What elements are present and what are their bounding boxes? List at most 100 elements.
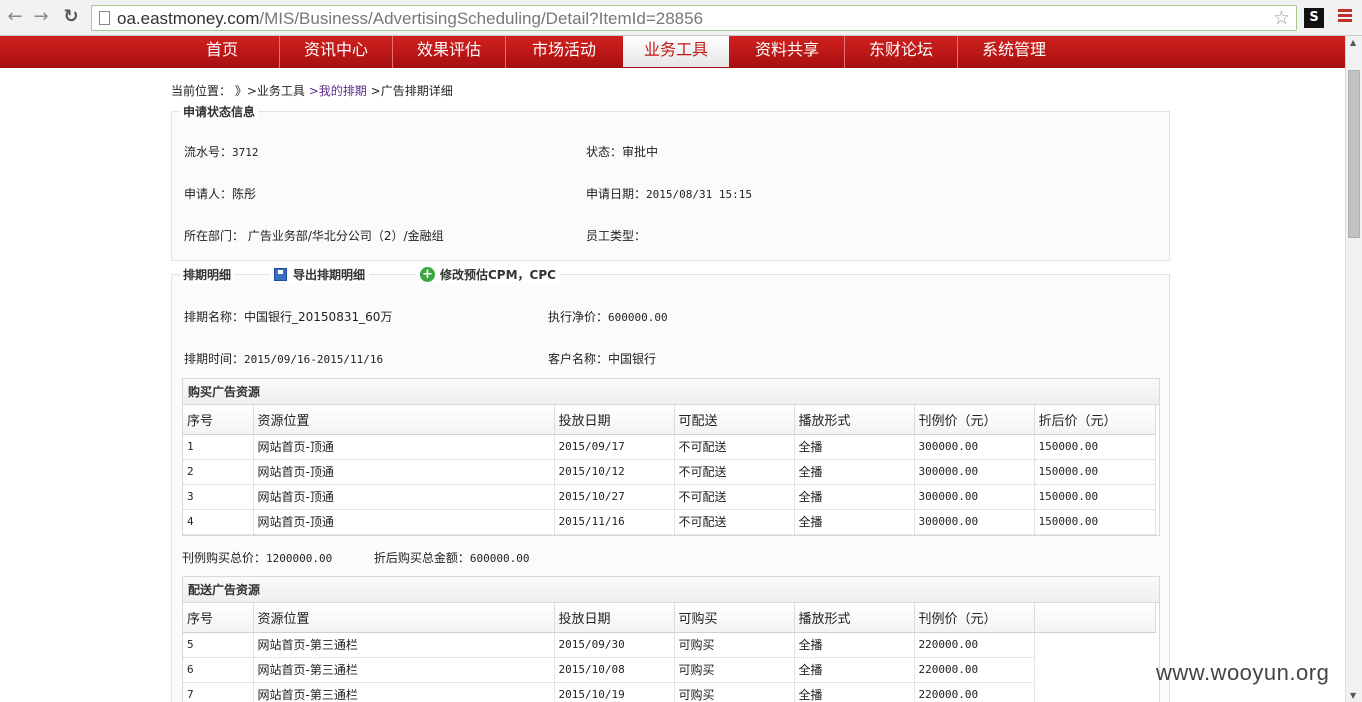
table-row: 1 网站首页-顶通 2015/09/17 不可配送 全播 300000.00 1…	[183, 434, 1156, 460]
schedule-time-value: 2015/09/16-2015/11/16	[244, 353, 384, 366]
table-cell: 网站首页-顶通	[253, 459, 555, 485]
watermark: www.wooyun.org	[1156, 660, 1330, 685]
table-cell: 网站首页-第三通栏	[253, 632, 555, 658]
department-field: 所在部门： 广告业务部/华北分公司（2）/金融组	[184, 227, 444, 244]
table-cell: 全播	[794, 434, 915, 460]
table-cell: 6	[183, 657, 254, 683]
browser-toolbar: ← → ↻ oa.eastmoney.com/MIS/Business/Adve…	[0, 0, 1362, 36]
bookmark-star-icon[interactable]: ☆	[1273, 7, 1290, 29]
state-label: 状态：	[586, 145, 623, 159]
breadcrumb-my-schedule[interactable]: >我的排期	[309, 84, 367, 98]
site-nav: 首页 资讯中心 效果评估 市场活动 业务工具 资料共享 东财论坛 系统管理	[0, 36, 1345, 68]
table-cell: 全播	[794, 632, 915, 658]
col-header: 播放形式	[794, 603, 915, 633]
table-row: 7 网站首页-第三通栏 2015/10/19 可购买 全播 220000.00	[183, 682, 1155, 702]
reload-icon[interactable]: ↻	[60, 6, 82, 28]
table-cell: 全播	[794, 509, 915, 535]
bonus-header-row: 序号 资源位置 投放日期 可购买 播放形式 刊例价（元）	[183, 603, 1156, 633]
status-info-legend: 申请状态信息	[180, 103, 259, 120]
main-content: 当前位置： 》>业务工具 >我的排期 >广告排期详细 申请状态信息 流水号：37…	[0, 68, 1345, 702]
scroll-up-icon[interactable]: ▲	[1350, 38, 1356, 47]
purchased-resources-panel: 购买广告资源 序号 资源位置 投放日期 可配送 播放形式 刊例价（元） 折后价（…	[182, 378, 1160, 536]
table-cell-empty	[1034, 657, 1155, 682]
table-cell: 全播	[794, 484, 915, 510]
address-bar[interactable]: oa.eastmoney.com/MIS/Business/Advertisin…	[91, 5, 1297, 31]
nav-item-system[interactable]: 系统管理	[958, 36, 1070, 68]
table-cell: 2015/10/08	[554, 657, 675, 683]
nav-item-forum[interactable]: 东财论坛	[845, 36, 958, 68]
table-cell: 4	[183, 509, 254, 535]
table-cell: 可购买	[674, 657, 795, 683]
nav-item-home[interactable]: 首页	[165, 36, 280, 68]
col-header: 序号	[183, 405, 254, 435]
extension-s-icon[interactable]: S	[1304, 8, 1324, 28]
table-cell: 网站首页-第三通栏	[253, 682, 555, 702]
table-cell: 300000.00	[914, 434, 1035, 460]
schedule-time-label: 排期时间：	[184, 352, 245, 366]
edit-cpm-cpc-button[interactable]: + 修改预估CPM，CPC	[416, 266, 560, 283]
client-name-label: 客户名称：	[548, 352, 609, 366]
net-price-value: 600000.00	[608, 311, 668, 324]
nav-item-marketing[interactable]: 市场活动	[506, 36, 622, 68]
forward-arrow-icon[interactable]: →	[30, 6, 52, 28]
breadcrumb-ad-detail: >广告排期详细	[370, 84, 453, 98]
table-cell: 1	[183, 434, 254, 460]
list-total-value: 1200000.00	[266, 552, 333, 565]
breadcrumb-business-tools[interactable]: >业务工具	[247, 84, 305, 98]
scroll-down-icon[interactable]: ▼	[1350, 691, 1356, 700]
nav-item-business-tools[interactable]: 业务工具	[623, 36, 729, 67]
applicant-label: 申请人：	[184, 187, 233, 201]
breadcrumb-prefix: 当前位置：	[171, 84, 232, 98]
client-name-field: 客户名称：中国银行	[548, 350, 656, 367]
nav-item-resources[interactable]: 资料共享	[730, 36, 845, 68]
table-cell: 220000.00	[914, 657, 1035, 683]
staff-type-field: 员工类型：	[586, 227, 646, 244]
nav-item-evaluation[interactable]: 效果评估	[393, 36, 506, 68]
table-cell: 3	[183, 484, 254, 510]
table-cell: 150000.00	[1034, 459, 1156, 485]
state-field: 状态：审批中	[586, 143, 658, 160]
save-icon	[274, 268, 287, 281]
back-arrow-icon[interactable]: ←	[4, 6, 26, 28]
table-cell: 2015/10/27	[554, 484, 675, 510]
list-total-label: 刊例购买总价：	[182, 551, 267, 565]
url-path: /MIS/Business/AdvertisingScheduling/Deta…	[259, 9, 704, 28]
table-cell: 150000.00	[1034, 484, 1156, 510]
table-cell: 全播	[794, 682, 915, 702]
table-cell: 全播	[794, 657, 915, 683]
state-value: 审批中	[622, 145, 659, 159]
table-cell: 网站首页-顶通	[253, 509, 555, 535]
table-cell-empty	[1034, 632, 1155, 657]
applicant-field: 申请人：陈彤	[184, 185, 256, 202]
department-value: 广告业务部/华北分公司（2）/金融组	[247, 229, 444, 243]
col-header: 折后价（元）	[1034, 405, 1156, 435]
table-cell: 300000.00	[914, 484, 1035, 510]
export-schedule-label: 导出排期明细	[293, 268, 366, 282]
page-scrollbar[interactable]: ▲ ▼	[1345, 36, 1362, 702]
col-header: 资源位置	[253, 603, 555, 633]
discount-total-label: 折后购买总金额：	[373, 551, 470, 565]
apply-date-value: 2015/08/31 15:15	[646, 188, 752, 201]
browser-menu-icon[interactable]	[1338, 9, 1352, 25]
table-cell: 网站首页-顶通	[253, 434, 555, 460]
table-row: 5 网站首页-第三通栏 2015/09/30 可购买 全播 220000.00	[183, 632, 1155, 658]
table-cell: 不可配送	[674, 484, 795, 510]
table-cell: 全播	[794, 459, 915, 485]
col-header: 投放日期	[554, 603, 675, 633]
export-schedule-button[interactable]: 导出排期明细	[270, 266, 370, 283]
bonus-resources-title: 配送广告资源	[183, 577, 1159, 603]
col-header: 投放日期	[554, 405, 675, 435]
table-cell: 2015/10/12	[554, 459, 675, 485]
table-cell: 2015/09/17	[554, 434, 675, 460]
serial-field: 流水号：3712	[184, 143, 259, 160]
table-cell: 220000.00	[914, 632, 1035, 658]
table-cell: 不可配送	[674, 459, 795, 485]
nav-item-news[interactable]: 资讯中心	[280, 36, 393, 68]
schedule-detail-legend: 排期明细	[180, 266, 235, 283]
table-cell: 2	[183, 459, 254, 485]
url-text[interactable]: oa.eastmoney.com/MIS/Business/Advertisin…	[117, 9, 703, 29]
col-header: 刊例价（元）	[914, 603, 1035, 633]
scroll-thumb[interactable]	[1348, 70, 1360, 238]
table-cell: 不可配送	[674, 509, 795, 535]
table-cell: 5	[183, 632, 254, 658]
